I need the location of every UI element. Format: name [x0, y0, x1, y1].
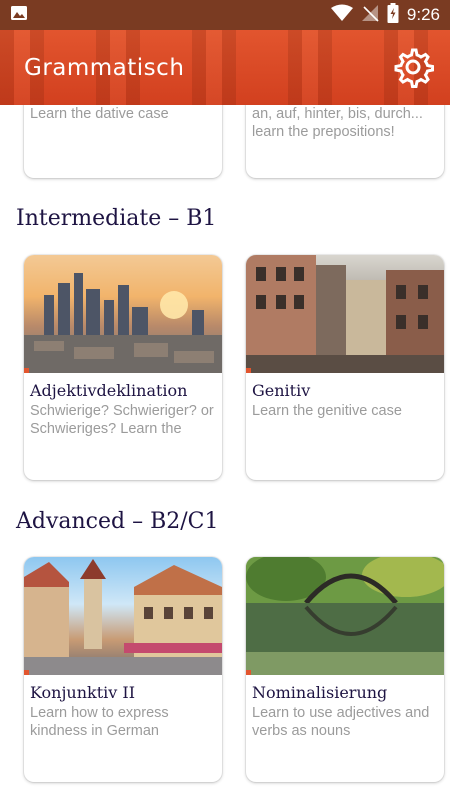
app-bar: Grammatisch: [0, 30, 450, 105]
lesson-card-title: Konjunktiv II: [30, 683, 136, 702]
status-time: 9:26: [406, 5, 440, 24]
lesson-card-genitiv[interactable]: Genitiv Learn the genitive case: [246, 255, 444, 480]
section-title-advanced: Advanced – B2/C1: [16, 509, 219, 534]
lesson-card-title: Adjektivdeklination: [30, 381, 188, 400]
lesson-image-city-skyline: [24, 255, 222, 373]
card-accent-mark: [246, 670, 251, 675]
card-accent-mark: [24, 670, 29, 675]
gear-icon: [394, 48, 434, 88]
battery-charging-icon: [387, 3, 399, 27]
lesson-card-nominalisierung[interactable]: Nominalisierung Learn to use adjectives …: [246, 557, 444, 782]
lesson-card-konjunktiv-ii[interactable]: Konjunktiv II Learn how to express kindn…: [24, 557, 222, 782]
section-title-intermediate: Intermediate – B1: [16, 206, 217, 231]
app-title: Grammatisch: [24, 54, 185, 81]
lesson-image-medieval-town: [24, 557, 222, 675]
lesson-card-prepositions[interactable]: an, auf, hinter, bis, durch... learn the…: [246, 105, 444, 178]
lesson-card-desc: Learn how to express kindness in German: [30, 705, 169, 739]
card-accent-mark: [24, 368, 29, 373]
no-signal-icon: [361, 4, 379, 26]
lesson-image-stone-bridge: [246, 557, 444, 675]
lesson-image-old-town-street: [246, 255, 444, 373]
lesson-card-desc: an, auf, hinter, bis, durch... learn the…: [252, 106, 423, 140]
lesson-card-title: Nominalisierung: [252, 683, 388, 702]
lesson-card-adjektivdeklination[interactable]: Adjektivdeklination Schwierige? Schwieri…: [24, 255, 222, 480]
lesson-card-title: Genitiv: [252, 381, 311, 400]
lesson-card-desc: Learn the dative case: [30, 106, 169, 122]
lesson-card-dative[interactable]: Learn the dative case: [24, 105, 222, 178]
lesson-card-desc: Schwierige? Schwieriger? or Schwieriges?…: [30, 403, 214, 437]
lesson-card-desc: Learn to use adjectives and verbs as nou…: [252, 705, 430, 739]
lesson-list[interactable]: Learn the dative case an, auf, hinter, b…: [0, 105, 450, 800]
wifi-icon: [330, 4, 353, 26]
settings-button[interactable]: [390, 44, 436, 90]
image-notification-icon: [10, 4, 28, 26]
card-accent-mark: [246, 368, 251, 373]
status-bar: 9:26: [0, 0, 450, 30]
lesson-card-desc: Learn the genitive case: [252, 403, 402, 419]
